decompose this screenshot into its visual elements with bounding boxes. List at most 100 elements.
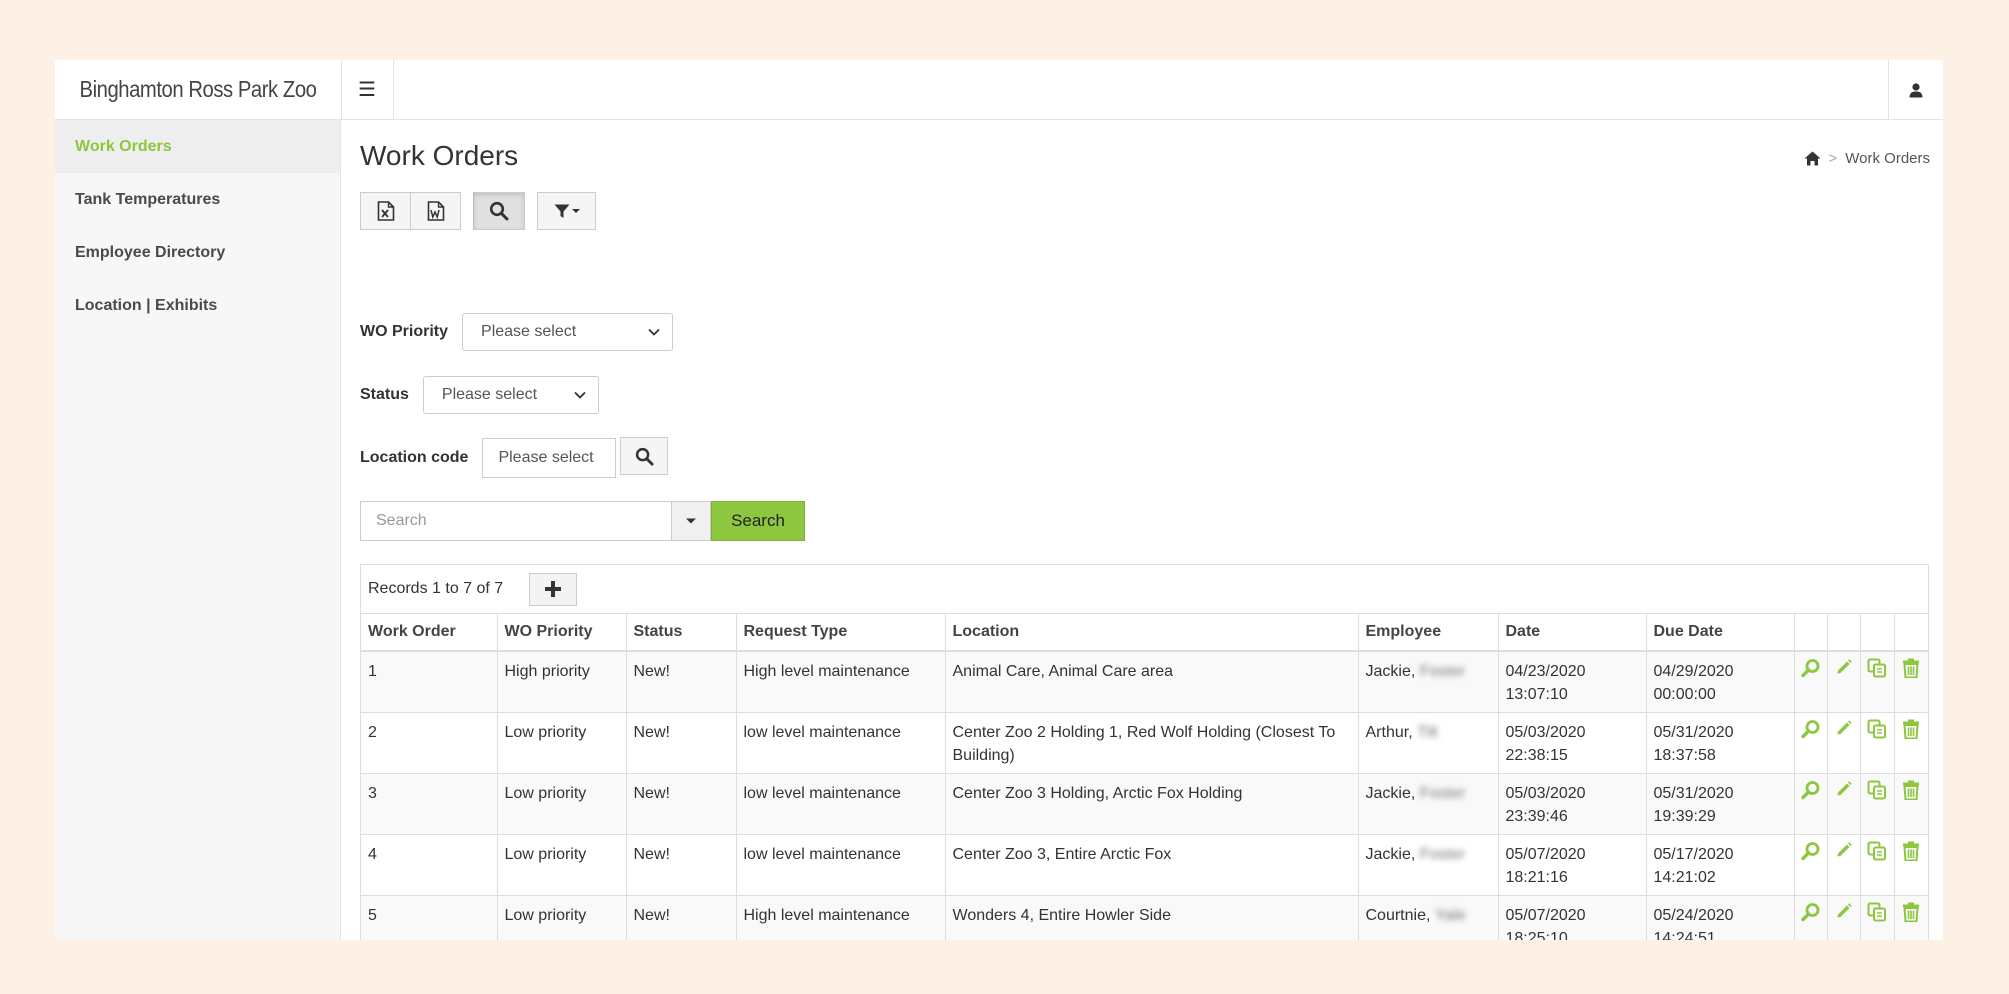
table-row[interactable]: 5 Low priority New! High level maintenan… xyxy=(361,895,1928,940)
main-content: Work Orders > Work Orders WO Priority Pl… xyxy=(360,120,1930,940)
view-icon[interactable] xyxy=(1800,780,1821,800)
trash-icon[interactable] xyxy=(1902,780,1920,801)
copy-icon[interactable] xyxy=(1867,780,1887,800)
due-time: 14:24:51 xyxy=(1653,930,1716,940)
column-header[interactable]: Location xyxy=(945,614,1359,652)
location-text: Center Zoo 3 Holding, Arctic Fox Holding xyxy=(952,785,1243,802)
column-header[interactable]: Employee xyxy=(1358,614,1499,652)
brand-logo[interactable]: Binghamton Ross Park Zoo xyxy=(72,60,324,119)
location-code-label: Location code xyxy=(360,449,469,466)
column-header[interactable]: Work Order xyxy=(361,614,498,652)
priority-text: Low priority xyxy=(504,724,587,741)
table-row[interactable]: 1 High priority New! High level maintena… xyxy=(361,651,1928,713)
cell-delete xyxy=(1894,651,1928,713)
employee-first: Jackie, xyxy=(1365,846,1416,863)
export-word-button[interactable] xyxy=(411,192,461,230)
edit-pencil-icon[interactable] xyxy=(1835,780,1853,798)
cell-date: 04/23/2020 13:07:10 xyxy=(1498,651,1647,713)
due-day: 05/24/2020 xyxy=(1653,907,1734,924)
due-time: 19:39:29 xyxy=(1653,808,1716,825)
view-icon[interactable] xyxy=(1800,841,1821,861)
column-header-action xyxy=(1894,614,1928,652)
trash-icon[interactable] xyxy=(1902,719,1920,740)
view-icon[interactable] xyxy=(1800,902,1821,922)
cell-edit xyxy=(1827,773,1861,835)
search-input[interactable]: Search xyxy=(360,501,672,541)
filter-dropdown-button[interactable] xyxy=(537,192,596,230)
cell-date: 05/03/2020 22:38:15 xyxy=(1498,712,1647,774)
view-icon[interactable] xyxy=(1800,658,1821,678)
date-time: 13:07:10 xyxy=(1505,686,1568,703)
copy-icon[interactable] xyxy=(1867,902,1887,922)
copy-icon[interactable] xyxy=(1867,658,1887,678)
search-options-button[interactable] xyxy=(672,501,711,541)
cell-edit xyxy=(1827,834,1861,896)
copy-icon[interactable] xyxy=(1867,841,1887,861)
trash-icon[interactable] xyxy=(1902,902,1920,923)
wo-priority-label: WO Priority xyxy=(360,323,449,340)
sidebar-item-location-exhibits[interactable]: Location | Exhibits xyxy=(55,279,340,332)
date-day: 05/03/2020 xyxy=(1505,724,1586,741)
location-code-input[interactable]: Please select xyxy=(482,438,617,478)
cell-view xyxy=(1794,834,1828,896)
search-bar: Search Search xyxy=(360,501,805,541)
search-button[interactable]: Search xyxy=(711,501,805,541)
date-time: 18:21:16 xyxy=(1505,869,1568,886)
cell-priority: Low priority xyxy=(497,712,627,774)
trash-icon[interactable] xyxy=(1902,658,1920,679)
sidebar-item-tank-temperatures[interactable]: Tank Temperatures xyxy=(55,173,340,226)
menu-toggle-button[interactable]: ☰ xyxy=(341,60,394,119)
location-text: Wonders 4, Entire Howler Side xyxy=(952,907,1171,924)
edit-pencil-icon[interactable] xyxy=(1835,902,1853,920)
cell-request-type: low level maintenance xyxy=(736,773,946,835)
status-select[interactable]: Please select xyxy=(422,376,599,414)
records-bar: Records 1 to 7 of 7 xyxy=(361,565,1928,614)
date-time: 23:39:46 xyxy=(1505,808,1568,825)
priority-text: High priority xyxy=(504,663,590,680)
cell-work-order: 3 xyxy=(361,773,498,835)
view-icon[interactable] xyxy=(1800,719,1821,739)
edit-pencil-icon[interactable] xyxy=(1835,658,1853,676)
edit-pencil-icon[interactable] xyxy=(1835,719,1853,737)
trash-icon[interactable] xyxy=(1902,841,1920,862)
work-order-number: 3 xyxy=(368,785,377,802)
wo-priority-select[interactable]: Please select xyxy=(462,313,674,351)
column-header[interactable]: Request Type xyxy=(736,614,946,652)
due-time: 00:00:00 xyxy=(1653,686,1716,703)
edit-pencil-icon[interactable] xyxy=(1835,841,1853,859)
status-text: New! xyxy=(633,724,670,741)
employee-last-blurred: Yale xyxy=(1434,907,1466,924)
table-row[interactable]: 4 Low priority New! low level maintenanc… xyxy=(361,834,1928,896)
plus-icon xyxy=(545,581,562,597)
cell-employee: Jackie, Foster xyxy=(1358,773,1499,835)
sidebar-item-employee-directory[interactable]: Employee Directory xyxy=(55,226,340,279)
toggle-search-button[interactable] xyxy=(473,192,525,230)
column-header-action xyxy=(1827,614,1861,652)
date-day: 04/23/2020 xyxy=(1505,663,1586,680)
caret-down-icon xyxy=(686,518,696,524)
work-order-number: 5 xyxy=(368,907,377,924)
employee-last-blurred: Tilt xyxy=(1417,724,1438,741)
breadcrumb: > Work Orders xyxy=(1804,150,1930,167)
date-day: 05/07/2020 xyxy=(1505,907,1586,924)
column-header[interactable]: Date xyxy=(1498,614,1647,652)
column-header[interactable]: Status xyxy=(626,614,737,652)
home-icon[interactable] xyxy=(1804,151,1821,166)
sidebar-item-work-orders[interactable]: Work Orders xyxy=(55,120,340,173)
column-header[interactable]: Due Date xyxy=(1646,614,1795,652)
export-excel-button[interactable] xyxy=(360,192,411,230)
table-row[interactable]: 3 Low priority New! low level maintenanc… xyxy=(361,773,1928,835)
copy-icon[interactable] xyxy=(1867,719,1887,739)
status-text: New! xyxy=(633,663,670,680)
location-lookup-button[interactable] xyxy=(620,437,669,475)
word-file-icon xyxy=(427,201,444,221)
priority-text: Low priority xyxy=(504,785,587,802)
user-menu-button[interactable] xyxy=(1888,60,1943,119)
due-day: 04/29/2020 xyxy=(1653,663,1734,680)
cell-status: New! xyxy=(626,651,737,713)
cell-status: New! xyxy=(626,773,737,835)
add-work-order-button[interactable] xyxy=(529,572,578,606)
column-header[interactable]: WO Priority xyxy=(497,614,627,652)
cell-employee: Arthur, Tilt xyxy=(1358,712,1499,774)
table-row[interactable]: 2 Low priority New! low level maintenanc… xyxy=(361,712,1928,774)
